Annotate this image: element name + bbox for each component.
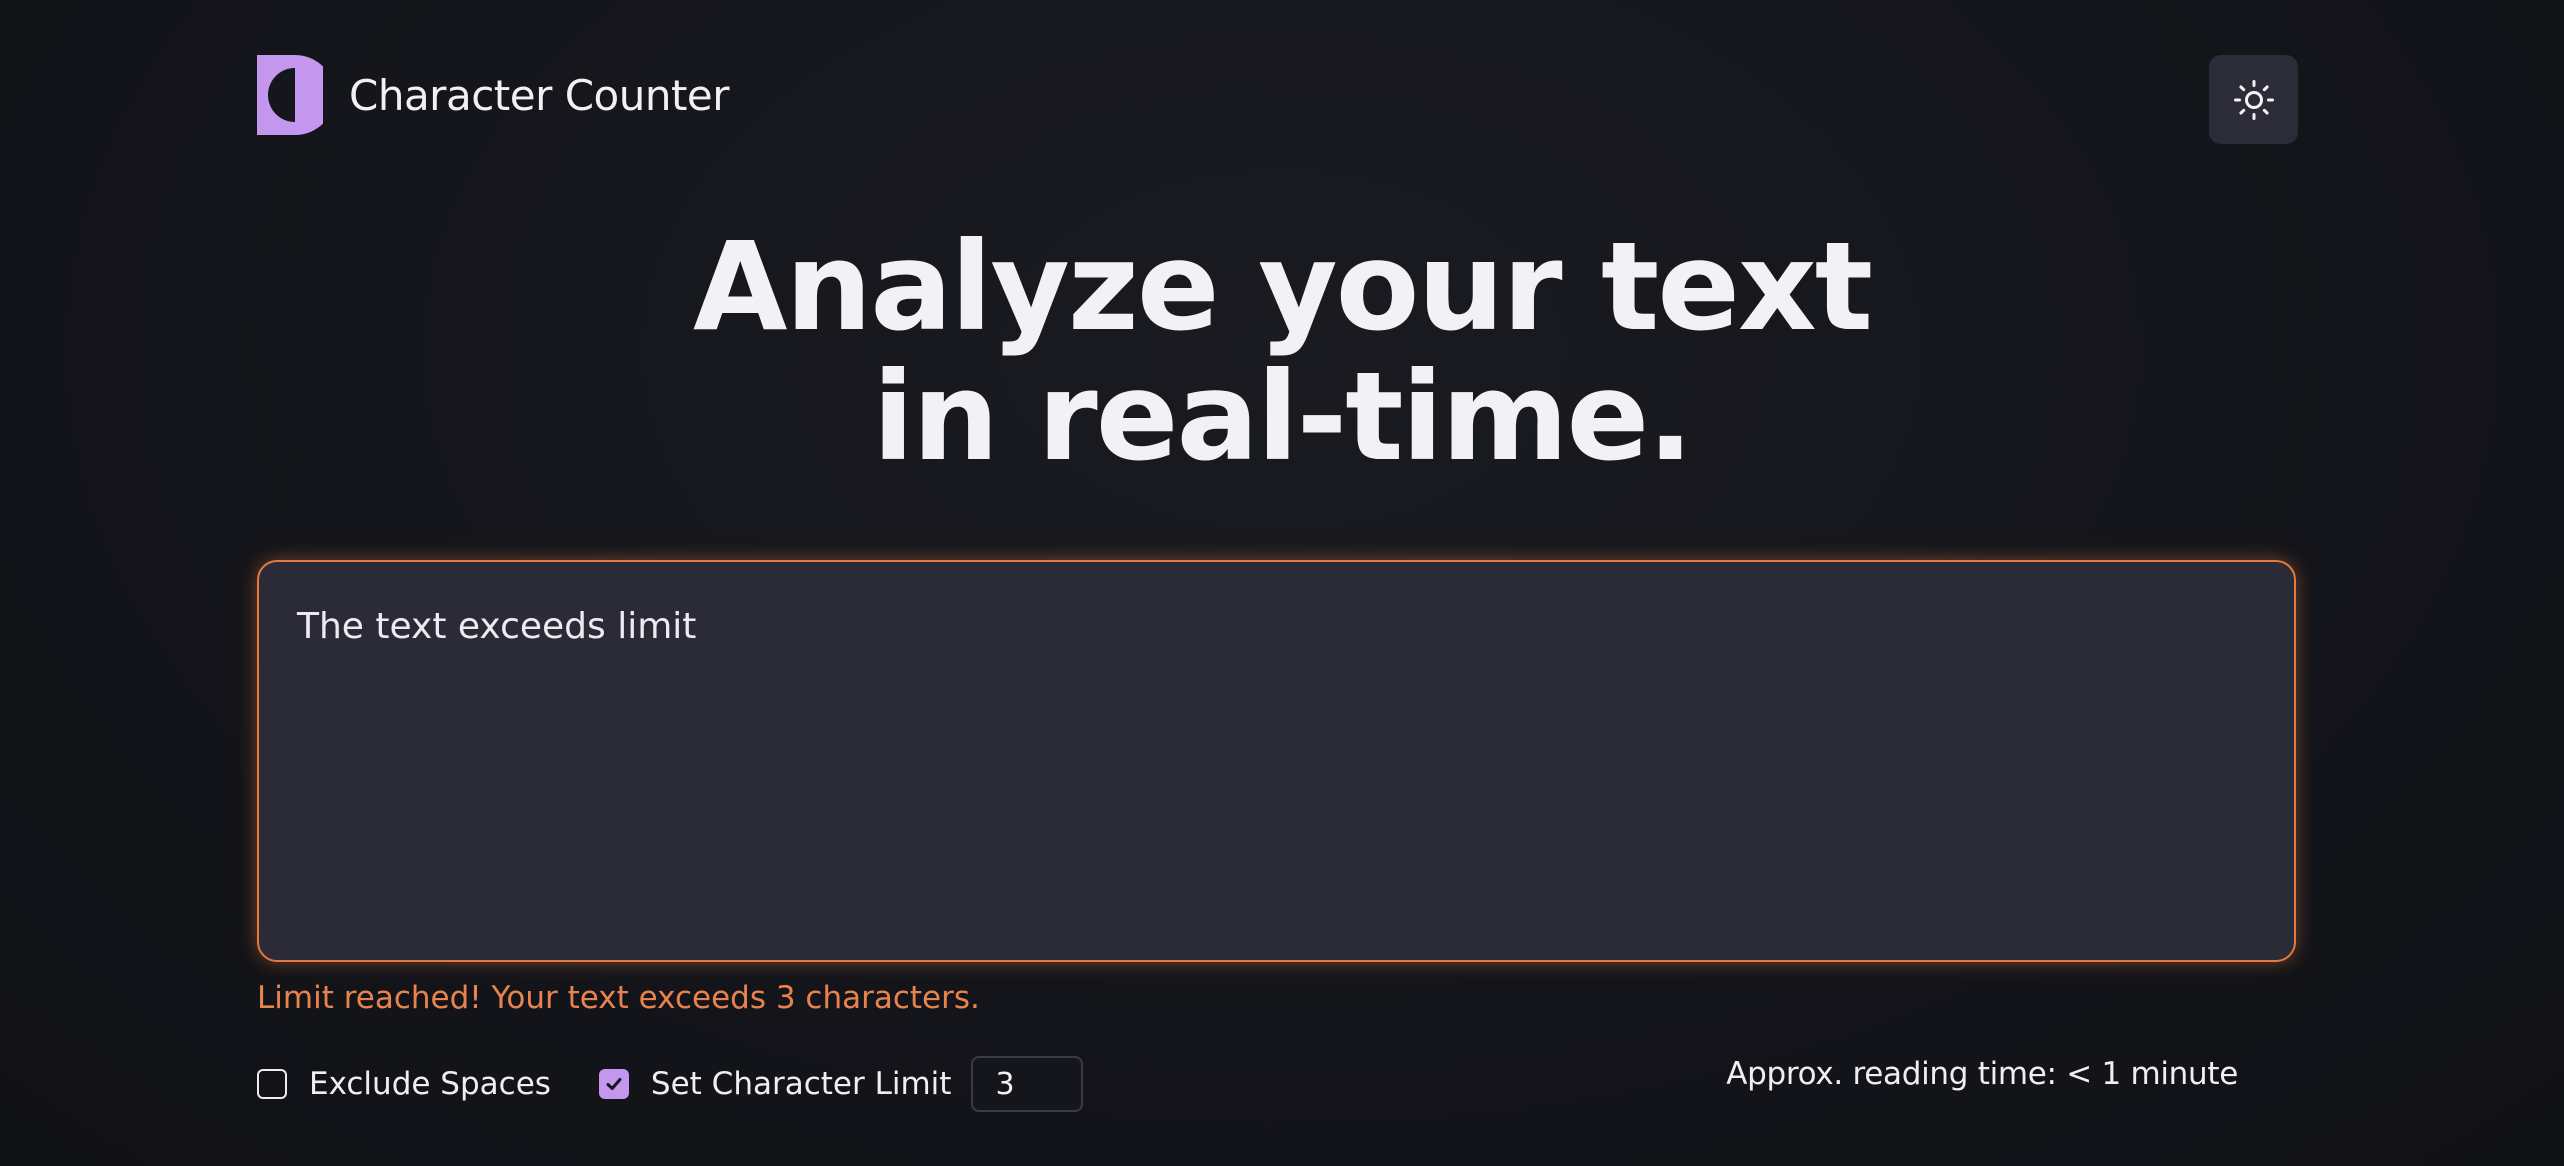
- exclude-spaces-option[interactable]: Exclude Spaces: [257, 1066, 551, 1102]
- set-limit-label: Set Character Limit: [650, 1066, 952, 1102]
- hero-line-2: in real-time.: [872, 346, 1693, 488]
- page: Character Counter Analyze your text in r…: [0, 0, 2564, 1166]
- theme-toggle-button[interactable]: [2209, 55, 2298, 144]
- set-limit-option[interactable]: Set Character Limit 3: [598, 1056, 1084, 1112]
- exclude-spaces-checkbox[interactable]: [257, 1069, 287, 1099]
- text-input-area[interactable]: The text exceeds limit: [257, 560, 2296, 962]
- hero-line-1: Analyze your text: [692, 216, 1873, 358]
- exclude-spaces-label: Exclude Spaces: [309, 1066, 551, 1102]
- app-logo[interactable]: Character Counter: [257, 55, 730, 135]
- text-input-content[interactable]: The text exceeds limit: [257, 560, 2296, 962]
- limit-warning: Limit reached! Your text exceeds 3 chara…: [257, 980, 980, 1016]
- hero-heading: Analyze your text in real-time.: [0, 222, 2564, 482]
- reading-time: Approx. reading time: < 1 minute: [1726, 1056, 2238, 1092]
- logo-icon: [257, 55, 323, 135]
- sun-icon: [2233, 79, 2274, 120]
- character-limit-input[interactable]: 3: [971, 1056, 1084, 1112]
- app-title: Character Counter: [349, 70, 730, 120]
- options-row: Exclude Spaces Set Character Limit 3: [257, 1056, 1084, 1112]
- set-limit-checkbox[interactable]: [598, 1069, 629, 1099]
- checkmark-icon: [606, 1078, 622, 1090]
- header: Character Counter: [257, 55, 2298, 145]
